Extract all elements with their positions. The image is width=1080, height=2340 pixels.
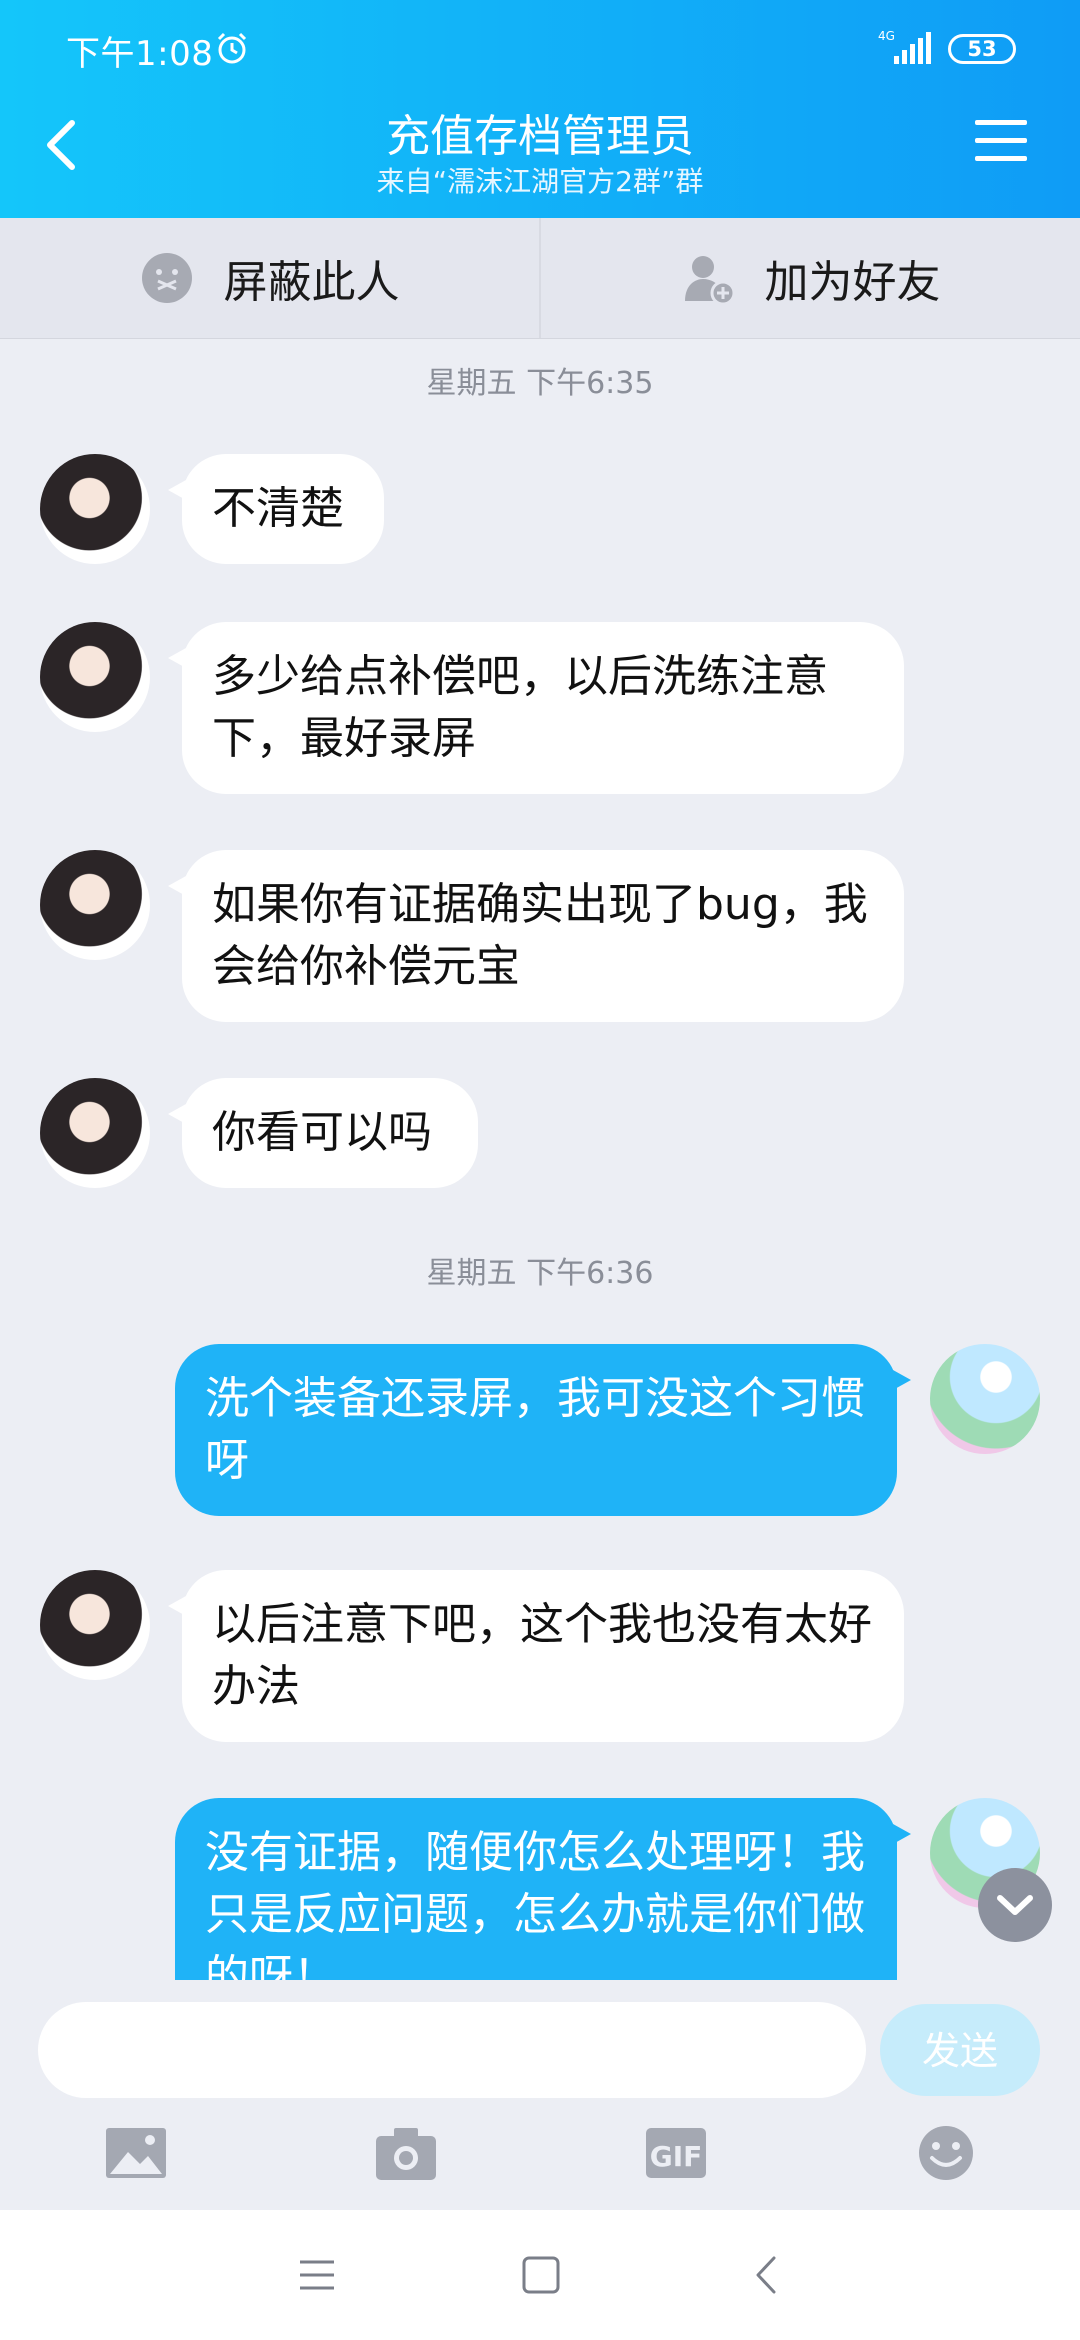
image-icon[interactable] (104, 2124, 168, 2182)
home-button[interactable] (518, 2252, 564, 2298)
message-list[interactable]: 星期五 下午6:35 不清楚 多少给点补偿吧，以后洗练注意下，最好录屏 如果你有… (0, 338, 1080, 1980)
incoming-message[interactable]: 以后注意下吧，这个我也没有太好办法 (168, 1570, 904, 1742)
message-input[interactable] (38, 2002, 866, 2098)
sender-avatar[interactable] (40, 454, 150, 564)
signal-icon: 4G (878, 29, 931, 64)
status-bar: 下午1:08 4G 53 (0, 0, 1080, 90)
sender-avatar[interactable] (40, 622, 150, 732)
block-icon (141, 253, 192, 303)
action-bar: 屏蔽此人 加为好友 (0, 218, 1080, 339)
menu-icon-line (975, 156, 1027, 161)
system-back-button[interactable] (744, 2252, 790, 2298)
gif-icon[interactable]: GIF (644, 2124, 708, 2182)
send-button[interactable]: 发送 (880, 2004, 1040, 2096)
chat-subtitle: 来自“濡沫江湖官方2群”群 (376, 165, 704, 198)
my-avatar[interactable] (930, 1344, 1040, 1454)
emoji-icon[interactable] (914, 2124, 978, 2182)
incoming-message[interactable]: 多少给点补偿吧，以后洗练注意下，最好录屏 (168, 622, 904, 794)
scroll-to-bottom-button[interactable] (978, 1868, 1052, 1942)
menu-icon-line (975, 120, 1027, 125)
add-friend-button[interactable]: 加为好友 (541, 218, 1080, 338)
block-user-button[interactable]: 屏蔽此人 (0, 218, 541, 338)
sender-avatar[interactable] (40, 1078, 150, 1188)
alarm-icon (217, 32, 247, 64)
recent-apps-button[interactable] (294, 2252, 340, 2298)
outgoing-message[interactable]: 没有证据，随便你怎么处理呀！我只是反应问题，怎么办就是你们做的呀！ (175, 1798, 911, 1980)
chat-header: 下午1:08 4G 53 充值存档管理员 来自“濡沫江湖官方2群”群 (0, 0, 1080, 218)
incoming-message[interactable]: 不清楚 (168, 454, 384, 564)
sender-avatar[interactable] (40, 850, 150, 960)
message-timestamp: 星期五 下午6:36 (426, 1256, 654, 1291)
incoming-message[interactable]: 你看可以吗 (168, 1078, 478, 1188)
battery-indicator: 53 (948, 34, 1016, 64)
menu-icon-line (975, 138, 1027, 143)
sender-avatar[interactable] (40, 1570, 150, 1680)
camera-icon[interactable] (374, 2124, 438, 2182)
add-friend-label: 加为好友 (764, 257, 941, 308)
chat-title: 充值存档管理员 (386, 111, 694, 162)
outgoing-message[interactable]: 洗个装备还录屏，我可没这个习惯呀 (175, 1344, 911, 1516)
gif-icon-label: GIF (650, 2140, 703, 2173)
block-user-label: 屏蔽此人 (223, 257, 400, 308)
incoming-message[interactable]: 如果你有证据确实出现了bug，我会给你补偿元宝 (168, 850, 904, 1022)
menu-button[interactable] (975, 120, 1027, 168)
add-friend-icon (684, 256, 735, 305)
status-time: 下午1:08 (66, 34, 214, 74)
svg-text:4G: 4G (878, 29, 895, 43)
message-timestamp: 星期五 下午6:35 (426, 366, 654, 401)
